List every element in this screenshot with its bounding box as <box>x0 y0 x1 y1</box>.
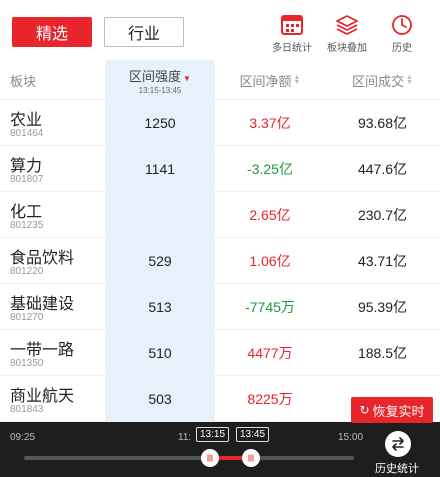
sector-code: 801235 <box>10 220 44 231</box>
restore-realtime-label: 恢复实时 <box>372 403 425 419</box>
volume-value: 188.5亿 <box>357 345 408 361</box>
table-header: 板块 区间强度 ▼ 13:15-13:45 区间净额 ▲ ▼ 区间成交 ▲ ▼ <box>0 60 440 100</box>
strength-value: 1250 <box>144 115 176 131</box>
volume-value: 447.6亿 <box>357 161 408 177</box>
range-end-tooltip: 13:45 <box>236 427 270 442</box>
net-value: 4477万 <box>247 345 293 361</box>
time-slider-track[interactable] <box>24 456 354 460</box>
table-row[interactable]: 一带一路 801350 510 4477万 188.5亿 <box>0 330 440 376</box>
volume-value: 95.39亿 <box>357 299 408 315</box>
header-volume[interactable]: 区间成交 ▲ ▼ <box>325 60 440 100</box>
sector-name: 算力 <box>10 158 43 175</box>
multiday-stats-button[interactable]: 多日统计 <box>262 14 322 54</box>
history-stats-button[interactable] <box>385 431 411 457</box>
header-volume-label: 区间成交 <box>352 73 405 89</box>
clock-icon <box>392 15 412 35</box>
time-start-label: 09:25 <box>10 432 36 443</box>
volume-value: 43.71亿 <box>357 253 408 269</box>
header-net-label: 区间净额 <box>239 73 292 89</box>
volume-value: 230.7亿 <box>357 207 408 223</box>
tab-jingxuan[interactable]: 精选 <box>12 17 92 47</box>
multiday-stats-label: 多日统计 <box>272 43 312 54</box>
swap-arrows-icon <box>392 437 404 451</box>
strength-value: 510 <box>148 345 172 361</box>
header-strength[interactable]: 区间强度 ▼ 13:15-13:45 <box>105 60 215 100</box>
calendar-grid-icon <box>281 15 303 35</box>
volume-value: 93.68亿 <box>357 115 408 131</box>
strength-value: 513 <box>148 299 172 315</box>
sort-icon: ▲ ▼ <box>293 74 301 86</box>
sector-name: 基础建设 <box>10 296 75 313</box>
table-row[interactable]: 农业 801464 1250 3.37亿 93.68亿 <box>0 100 440 146</box>
history-label: 历史 <box>392 43 412 54</box>
table-row[interactable]: 化工 801235 2.65亿 230.7亿 <box>0 192 440 238</box>
history-stats-label: 历史统计 <box>375 463 419 475</box>
time-range-bar: 09:25 11: 15:00 13:15 13:45 ||| ||| 历史统计 <box>0 422 440 477</box>
sector-name: 商业航天 <box>10 388 75 405</box>
header-strength-range: 13:15-13:45 <box>138 85 182 95</box>
net-value: -7745万 <box>245 299 295 315</box>
header-strength-label: 区间强度 <box>129 68 182 84</box>
refresh-icon: ↻ <box>359 403 370 417</box>
table-row[interactable]: 食品饮料 801220 529 1.06亿 43.71亿 <box>0 238 440 284</box>
restore-realtime-button[interactable]: ↻ 恢复实时 <box>351 397 433 423</box>
sector-overlay-button[interactable]: 板块叠加 <box>317 14 377 54</box>
net-value: -3.25亿 <box>247 161 293 177</box>
sector-list: 农业 801464 1250 3.37亿 93.68亿 算力 801807 11… <box>0 100 440 422</box>
time-mid-label: 11: <box>178 432 192 443</box>
net-value: 1.06亿 <box>249 253 291 269</box>
range-start-tooltip: 13:15 <box>196 427 230 442</box>
range-start-handle[interactable]: ||| <box>201 449 219 467</box>
sector-name: 农业 <box>10 112 43 129</box>
net-value: 2.65亿 <box>249 207 291 223</box>
strength-value: 503 <box>148 391 172 407</box>
strength-value: 1141 <box>144 161 176 177</box>
strength-value: 529 <box>148 253 172 269</box>
sector-name: 一带一路 <box>10 342 75 359</box>
sector-code: 801807 <box>10 174 44 185</box>
header-sector: 板块 <box>10 73 37 89</box>
sector-code: 801220 <box>10 266 44 277</box>
layers-icon <box>336 15 358 35</box>
sector-code: 801843 <box>10 404 44 415</box>
sort-icon: ▲ ▼ <box>406 74 413 86</box>
strength-value <box>105 192 215 238</box>
sort-desc-icon: ▼ <box>183 73 191 83</box>
sector-name: 食品饮料 <box>10 250 75 267</box>
sector-code: 801464 <box>10 128 44 139</box>
top-toolbar: 精选 行业 多日统计 板块叠加 历史 <box>0 0 440 60</box>
net-value: 3.37亿 <box>249 115 291 131</box>
sector-name: 化工 <box>10 204 43 221</box>
sector-code: 801270 <box>10 312 44 323</box>
range-end-handle[interactable]: ||| <box>242 449 260 467</box>
table-row[interactable]: 基础建设 801270 513 -7745万 95.39亿 <box>0 284 440 330</box>
tab-hangye[interactable]: 行业 <box>104 17 184 47</box>
net-value: 8225万 <box>247 391 293 407</box>
sector-overlay-label: 板块叠加 <box>327 43 367 54</box>
header-net[interactable]: 区间净额 ▲ ▼ <box>215 60 325 100</box>
history-button[interactable]: 历史 <box>372 14 432 54</box>
table-row[interactable]: 算力 801807 1141 -3.25亿 447.6亿 <box>0 146 440 192</box>
sector-code: 801350 <box>10 358 44 369</box>
time-end-label: 15:00 <box>338 432 364 443</box>
